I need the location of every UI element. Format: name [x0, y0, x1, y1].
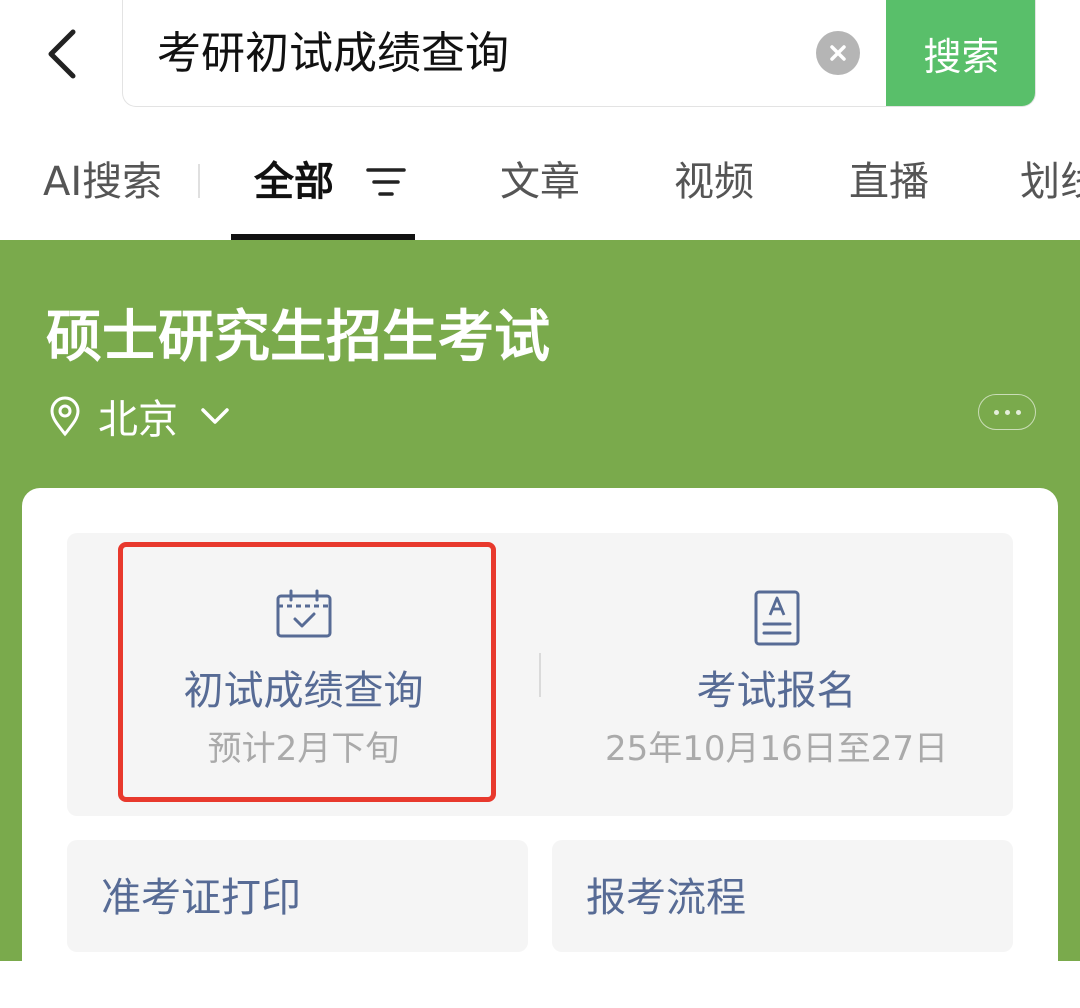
more-options-button[interactable] [978, 394, 1036, 430]
service-name: 初试成绩查询 [183, 668, 424, 714]
tab-all[interactable]: 全部 [254, 154, 406, 210]
tab-highlights[interactable]: 划线 [1020, 154, 1080, 210]
tab-live[interactable]: 直播 [849, 154, 929, 210]
chevron-down-icon [201, 408, 229, 424]
link-admission-ticket[interactable]: 准考证打印 [67, 840, 528, 952]
service-panel: 初试成绩查询 预计2月下旬 考试报名 25年10月16日至27日 [67, 533, 1013, 816]
service-card: 初试成绩查询 预计2月下旬 考试报名 25年10月16日至27日 准考证打印 报… [22, 488, 1058, 1008]
link-label: 报考流程 [586, 875, 746, 921]
entity-header: 硕士研究生招生考试 北京 初试成绩查询 预计2月下旬 考试报名 25年10月16… [0, 240, 1080, 1008]
service-subtitle: 25年10月16日至27日 [604, 729, 949, 769]
tab-ai-search[interactable]: AI搜索 [43, 154, 162, 210]
entity-title: 硕士研究生招生考试 [46, 305, 550, 370]
tab-all-label: 全部 [254, 159, 334, 205]
tab-divider [198, 164, 200, 198]
more-dot-icon [993, 409, 999, 415]
service-name: 考试报名 [696, 668, 857, 714]
tab-videos[interactable]: 视频 [674, 154, 754, 210]
location-pin-icon [50, 396, 80, 437]
close-icon [830, 45, 846, 61]
search-button[interactable]: 搜索 [886, 0, 1035, 106]
search-input[interactable]: 考研初试成绩查询 [157, 24, 509, 84]
calendar-check-icon [276, 589, 331, 638]
service-subtitle: 预计2月下旬 [207, 729, 400, 769]
filter-icon [366, 168, 406, 196]
location-selector[interactable]: 北京 [48, 388, 230, 444]
document-a-icon [754, 590, 799, 646]
location-label: 北京 [98, 397, 178, 443]
link-registration-process[interactable]: 报考流程 [552, 840, 1013, 952]
clear-search-button[interactable] [816, 31, 860, 75]
search-bar: 考研初试成绩查询 搜索 [122, 0, 1036, 107]
tab-bar: AI搜索 全部 文章 视频 直播 划线 [0, 130, 1080, 240]
chevron-left-icon [48, 29, 76, 79]
tab-articles[interactable]: 文章 [500, 154, 580, 210]
back-button[interactable] [36, 24, 88, 84]
service-score-query[interactable]: 初试成绩查询 预计2月下旬 [67, 533, 540, 816]
link-label: 准考证打印 [101, 875, 301, 921]
service-registration[interactable]: 考试报名 25年10月16日至27日 [540, 533, 1013, 816]
more-dot-icon [1004, 409, 1010, 415]
more-dot-icon [1015, 409, 1021, 415]
